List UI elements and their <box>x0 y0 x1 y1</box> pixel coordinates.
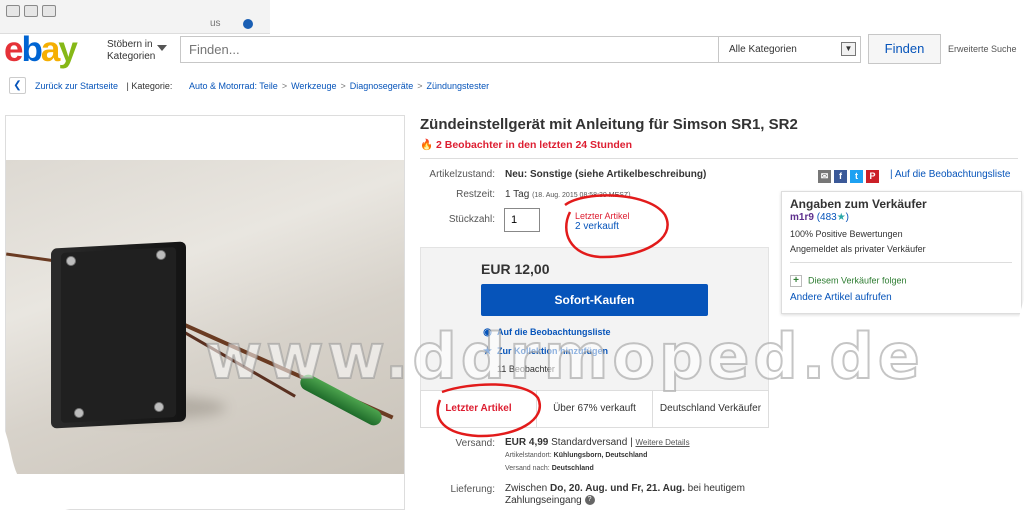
hot-watchers-text: 🔥 2 Beobachter in den letzten 24 Stunden <box>420 139 633 151</box>
email-icon[interactable]: ✉ <box>818 170 831 184</box>
cable <box>6 252 56 263</box>
back-to-home-link[interactable]: Zurück zur Startseite <box>35 81 118 91</box>
item-location: Artikelstandort: Kühlungsborn, Deutschla… <box>505 452 648 459</box>
breadcrumb: Zurück zur Startseite | Kategorie: Auto … <box>35 81 490 91</box>
shipping-price: EUR 4,99 <box>505 437 549 448</box>
search-button[interactable]: Finden <box>868 34 941 64</box>
image-padding <box>6 474 404 509</box>
shipping-details-link[interactable]: Weitere Details <box>635 438 689 447</box>
time-left-label: Restzeit: <box>456 189 495 200</box>
condition-value: Neu: Sonstige (siehe Artikelbeschreibung… <box>505 169 707 180</box>
browse-label-line1: Stöbern in <box>107 39 153 50</box>
help-icon[interactable] <box>243 19 253 29</box>
pinterest-icon[interactable]: P <box>866 170 879 184</box>
browser-toolbar: us <box>0 0 270 34</box>
time-left-value: 1 Tag (18. Aug. 2015 08:58:30 MESZ) <box>505 189 631 200</box>
stat-last-article: Letzter Artikel <box>421 391 537 427</box>
screw <box>74 408 84 418</box>
buy-now-button[interactable]: Sofort-Kaufen <box>481 284 708 316</box>
browse-label-line2: Kategorien <box>107 51 156 62</box>
sold-count-link[interactable]: 2 verkauft <box>575 221 619 232</box>
seller-title: Angaben zum Verkäufer <box>790 197 927 211</box>
product-title: Zündeinstellgerät mit Anleitung für Sims… <box>420 116 798 133</box>
device-face <box>61 246 176 424</box>
browse-categories-button[interactable]: Stöbern in Kategorien <box>107 39 155 63</box>
watermark: www.ddrmoped.de <box>204 319 924 394</box>
share-icons: ✉ f t P <box>818 168 882 184</box>
last-article-text: Letzter Artikel <box>575 211 630 221</box>
stat-seller-location: Deutschland Verkäufer <box>659 403 762 414</box>
breadcrumb-item[interactable]: Zündungstester <box>427 81 490 91</box>
screw <box>154 402 164 412</box>
seller-positive-feedback: 100% Positive Bewertungen <box>790 229 903 239</box>
screw <box>66 256 76 266</box>
plus-icon: + <box>790 275 802 287</box>
star-icon: ★ <box>836 212 846 223</box>
watchlist-link[interactable]: | Auf die Beobachtungsliste <box>890 169 1022 180</box>
shipping-method: Standardversand | <box>551 437 633 448</box>
seller-username-link[interactable]: m1r9 <box>790 212 814 223</box>
facebook-icon[interactable]: f <box>834 170 847 184</box>
chevron-down-icon[interactable]: ▼ <box>841 42 856 56</box>
browser-partial-text: us <box>210 18 221 29</box>
time-left-detail: (18. Aug. 2015 08:58:30 MESZ) <box>532 192 631 199</box>
ebay-logo[interactable]: ebay <box>4 30 78 70</box>
quantity-input[interactable] <box>504 208 540 232</box>
breadcrumb-item[interactable]: Auto & Motorrad: Teile <box>189 81 278 91</box>
category-label: | Kategorie: <box>126 81 173 91</box>
price: EUR 12,00 <box>481 261 550 277</box>
ships-to: Versand nach: Deutschland <box>505 465 594 472</box>
delivery-value: Zwischen Do, 20. Aug. und Fr, 21. Aug. b… <box>505 483 745 506</box>
divider <box>790 262 1012 263</box>
item-stats: Letzter Artikel Über 67% verkauft Deutsc… <box>420 390 769 428</box>
flame-icon: 🔥 <box>420 139 434 151</box>
search-input[interactable] <box>180 36 718 63</box>
seller-name: m1r9 (483★) <box>790 212 850 223</box>
chevron-left-icon[interactable]: ❮ <box>9 77 26 94</box>
shipping-value: EUR 4,99 Standardversand | Weitere Detai… <box>505 437 690 448</box>
seller-account-type: Angemeldet als privater Verkäufer <box>790 244 926 254</box>
screw <box>156 250 166 260</box>
product-image-frame[interactable] <box>5 115 405 510</box>
browser-tab-icon[interactable] <box>24 5 38 17</box>
breadcrumb-item[interactable]: Diagnosegeräte <box>350 81 414 91</box>
shipping-label: Versand: <box>455 438 495 449</box>
browser-tab-icon[interactable] <box>6 5 20 17</box>
advanced-search-link[interactable]: Erweiterte Suche <box>948 44 1024 54</box>
divider <box>420 158 1018 159</box>
seller-feedback-score[interactable]: (483 <box>817 212 837 223</box>
quantity-label: Stückzahl: <box>448 214 495 225</box>
twitter-icon[interactable]: t <box>850 170 863 184</box>
seller-other-items-link[interactable]: Andere Artikel aufrufen <box>790 292 892 303</box>
product-photo[interactable] <box>6 160 404 474</box>
browser-tab-icon[interactable] <box>42 5 56 17</box>
info-icon[interactable]: ? <box>584 495 595 506</box>
condition-label: Artikelzustand: <box>429 169 495 180</box>
delivery-label: Lieferung: <box>450 484 495 495</box>
category-select[interactable]: Alle Kategorien <box>718 36 861 63</box>
breadcrumb-item[interactable]: Werkzeuge <box>291 81 336 91</box>
chevron-down-icon[interactable] <box>157 45 167 51</box>
stat-sold-percent: Über 67% verkauft <box>537 391 653 427</box>
follow-seller-link[interactable]: + Diesem Verkäufer folgen <box>790 275 907 287</box>
